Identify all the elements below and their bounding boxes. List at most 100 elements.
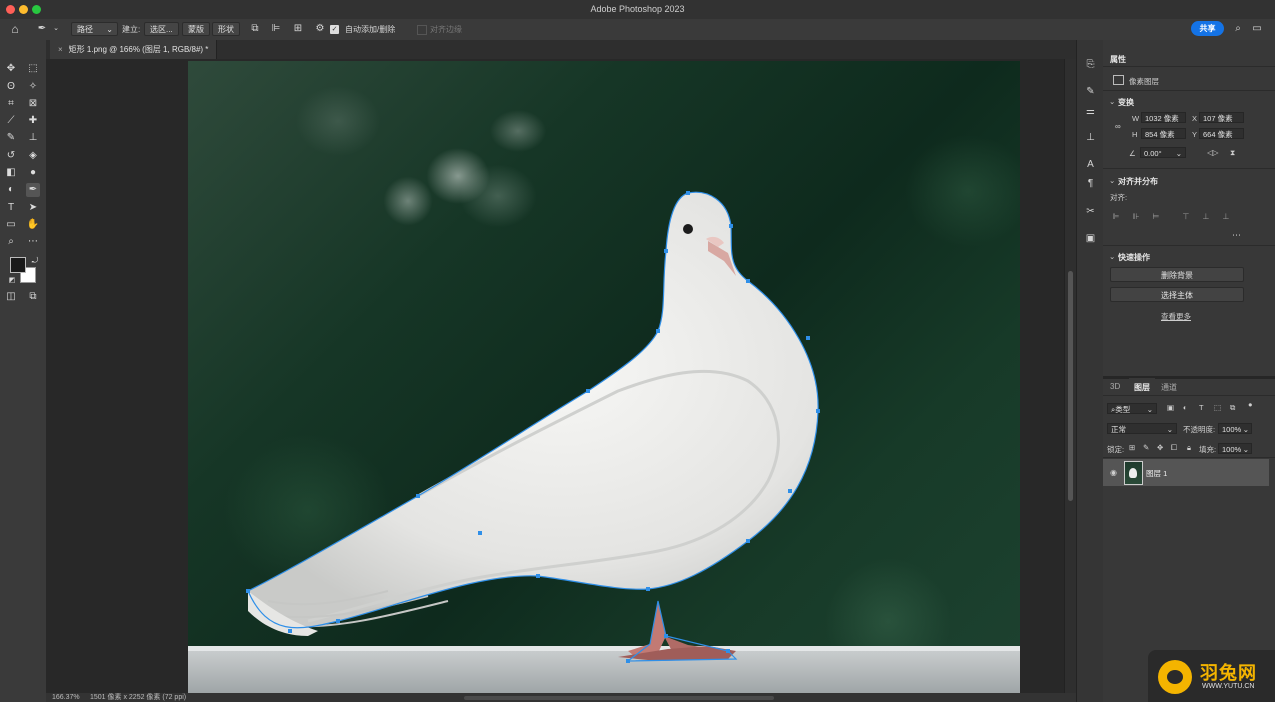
chevron-down-icon[interactable]: ⌄ bbox=[50, 23, 62, 35]
gear-icon[interactable]: ⚙ bbox=[314, 23, 326, 35]
path-selection-tool-icon[interactable]: ➤ bbox=[26, 201, 40, 215]
flip-vertical-icon[interactable]: ⧗ bbox=[1230, 148, 1235, 158]
see-more-link[interactable]: 查看更多 bbox=[1161, 311, 1191, 322]
remove-background-button[interactable]: 删除背景 bbox=[1110, 267, 1244, 282]
history-brush-tool-icon[interactable]: ↺ bbox=[4, 149, 18, 163]
align-middle-icon[interactable]: ⊥ bbox=[1201, 212, 1211, 222]
frame-tool-icon[interactable]: ⊠ bbox=[26, 97, 40, 111]
flip-horizontal-icon[interactable]: ◁▷ bbox=[1207, 148, 1219, 157]
eraser-tool-icon[interactable]: ◈ bbox=[26, 149, 40, 163]
move-tool-icon[interactable]: ✥ bbox=[4, 62, 18, 76]
search-icon[interactable]: ⌕ bbox=[1232, 23, 1244, 35]
make-shape-button[interactable]: 形状 bbox=[212, 22, 240, 36]
path-operations-icon[interactable]: ⧉ bbox=[249, 23, 261, 35]
filter-adjustment-icon[interactable]: ◐ bbox=[1183, 403, 1188, 412]
chevron-down-icon[interactable]: ⌄ bbox=[1109, 176, 1115, 185]
filter-type-icon[interactable]: T bbox=[1199, 403, 1204, 412]
swap-colors-icon[interactable]: ⤾ bbox=[28, 254, 42, 268]
select-subject-button[interactable]: 选择主体 bbox=[1110, 287, 1244, 302]
magic-wand-tool-icon[interactable]: ✧ bbox=[26, 80, 40, 94]
align-top-icon[interactable]: ⊤ bbox=[1181, 212, 1191, 222]
align-left-icon[interactable]: ⊫ bbox=[1111, 212, 1121, 222]
libraries-icon[interactable]: ▣ bbox=[1084, 232, 1097, 245]
align-right-icon[interactable]: ⊨ bbox=[1151, 212, 1161, 222]
make-mask-button[interactable]: 蒙版 bbox=[182, 22, 210, 36]
canvas-area[interactable] bbox=[46, 59, 1064, 693]
blend-mode-select[interactable]: 正常 ⌄ bbox=[1107, 423, 1177, 434]
document-image[interactable] bbox=[188, 61, 1020, 693]
lock-transparency-icon[interactable]: ⊞ bbox=[1129, 443, 1135, 452]
blur-tool-icon[interactable]: ● bbox=[26, 166, 40, 180]
path-alignment-icon[interactable]: ⊫ bbox=[270, 23, 282, 35]
paragraph-panel-icon[interactable]: ¶ bbox=[1084, 177, 1097, 190]
layer-filter-select[interactable]: ⌕类型 ⌄ bbox=[1107, 403, 1157, 414]
quick-actions-header[interactable]: 快速操作 bbox=[1118, 252, 1150, 263]
angle-field[interactable]: 0.00° ⌄ bbox=[1140, 147, 1186, 158]
hand-tool-icon[interactable]: ✋ bbox=[26, 218, 40, 232]
gradient-tool-icon[interactable]: ◧ bbox=[4, 166, 18, 180]
layer-row[interactable]: ◉ 图层 1 bbox=[1103, 459, 1269, 486]
foreground-color-swatch-front[interactable] bbox=[10, 257, 26, 273]
rectangle-tool-icon[interactable]: ▭ bbox=[4, 218, 18, 232]
vertical-scroll-thumb[interactable] bbox=[1068, 271, 1073, 501]
brush-settings-icon[interactable]: ✎ bbox=[1084, 85, 1097, 98]
tab-3d[interactable]: 3D bbox=[1110, 382, 1120, 391]
tab-layers[interactable]: 图层 bbox=[1129, 378, 1155, 394]
y-field[interactable]: 664 像素 bbox=[1199, 128, 1244, 139]
crop-tool-icon[interactable]: ⌗ bbox=[4, 97, 18, 111]
dodge-tool-icon[interactable]: ◐ bbox=[4, 183, 18, 197]
filter-toggle-icon[interactable]: ● bbox=[1248, 400, 1253, 409]
brush-tool-icon[interactable]: ✎ bbox=[4, 131, 18, 145]
lock-position-icon[interactable]: ✥ bbox=[1157, 443, 1163, 452]
document-tab[interactable]: × 矩形 1.png @ 166% (图层 1, RGB/8#) * bbox=[50, 40, 218, 59]
marquee-tool-icon[interactable]: ⬚ bbox=[26, 62, 40, 76]
tool-mode-select[interactable]: 路径 ⌄ bbox=[71, 22, 118, 36]
tools-preset-icon[interactable]: ✂ bbox=[1084, 205, 1097, 218]
zoom-tool-icon[interactable]: ⌕ bbox=[4, 235, 18, 249]
clone-stamp-tool-icon[interactable]: ⊥ bbox=[26, 131, 40, 145]
align-bottom-icon[interactable]: ⊥ bbox=[1221, 212, 1231, 222]
horizontal-scroll-thumb[interactable] bbox=[464, 696, 774, 700]
workspace-icon[interactable]: ▭ bbox=[1251, 23, 1263, 35]
fill-field[interactable]: 100% ⌄ bbox=[1218, 443, 1252, 454]
lock-image-icon[interactable]: ✎ bbox=[1143, 443, 1149, 452]
width-field[interactable]: 1032 像素 bbox=[1141, 112, 1186, 123]
type-tool-icon[interactable]: T bbox=[4, 201, 18, 215]
x-field[interactable]: 107 像素 bbox=[1199, 112, 1244, 123]
close-tab-icon[interactable]: × bbox=[58, 45, 63, 54]
clone-source-icon[interactable]: ⊥ bbox=[1084, 131, 1097, 144]
eyedropper-tool-icon[interactable]: ⟋ bbox=[4, 114, 18, 128]
lock-artboard-icon[interactable]: ⧠ bbox=[1171, 443, 1177, 453]
properties-tab[interactable]: 属性 bbox=[1110, 54, 1126, 65]
chevron-down-icon[interactable]: ⌄ bbox=[1109, 252, 1115, 261]
lock-all-icon[interactable]: 🔒︎ bbox=[1187, 443, 1191, 453]
chevron-down-icon[interactable]: ⌄ bbox=[1109, 97, 1115, 106]
make-selection-button[interactable]: 选区... bbox=[144, 22, 179, 36]
zoom-level[interactable]: 166.37% bbox=[52, 693, 80, 702]
auto-add-delete-checkbox[interactable]: ✓ bbox=[330, 25, 339, 34]
history-panel-icon[interactable]: ⎘ bbox=[1084, 58, 1097, 71]
align-center-icon[interactable]: ⊪ bbox=[1131, 212, 1141, 222]
quick-mask-icon[interactable]: ◫ bbox=[4, 290, 18, 304]
height-field[interactable]: 854 像素 bbox=[1141, 128, 1186, 139]
filter-smart-object-icon[interactable]: ⧉ bbox=[1230, 403, 1235, 413]
path-arrangement-icon[interactable]: ⊞ bbox=[292, 23, 304, 35]
align-edges-checkbox[interactable] bbox=[417, 25, 427, 35]
character-panel-icon[interactable]: A bbox=[1084, 158, 1097, 171]
tab-channels[interactable]: 通道 bbox=[1161, 382, 1177, 393]
align-distribute-header[interactable]: 对齐并分布 bbox=[1118, 176, 1158, 187]
visibility-eye-icon[interactable]: ◉ bbox=[1110, 468, 1117, 477]
more-options-icon[interactable]: ⋯ bbox=[1232, 230, 1241, 241]
transform-header[interactable]: 变换 bbox=[1118, 97, 1134, 108]
home-icon[interactable]: ⌂ bbox=[9, 23, 21, 35]
link-icon[interactable]: ∞ bbox=[1115, 122, 1121, 131]
filter-shape-icon[interactable]: ⬚ bbox=[1214, 403, 1221, 412]
healing-brush-tool-icon[interactable]: ✚ bbox=[26, 114, 40, 128]
more-tools-icon[interactable]: ⋯ bbox=[26, 235, 40, 249]
opacity-field[interactable]: 100% ⌄ bbox=[1218, 423, 1252, 434]
layer-name[interactable]: 图层 1 bbox=[1146, 468, 1167, 479]
lasso-tool-icon[interactable]: ʘ bbox=[4, 80, 18, 94]
share-button[interactable]: 共享 bbox=[1191, 21, 1224, 36]
screen-mode-icon[interactable]: ⧉ bbox=[26, 290, 40, 304]
default-colors-icon[interactable]: ◩ bbox=[5, 274, 19, 288]
